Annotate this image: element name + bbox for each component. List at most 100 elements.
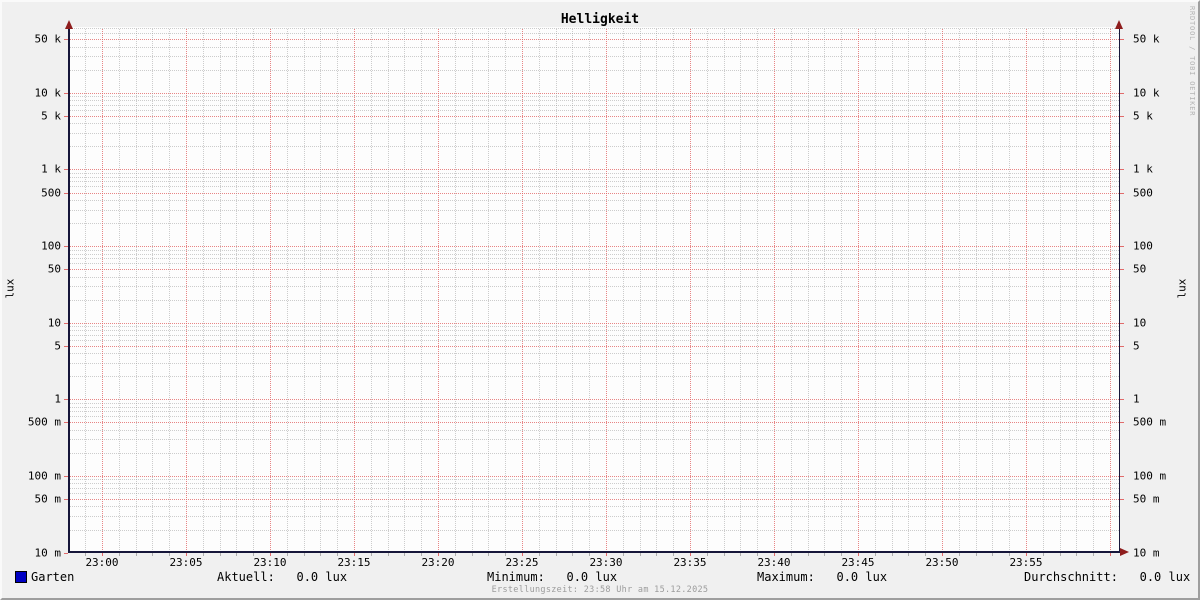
grid-line — [723, 29, 725, 552]
y-axis-left — [68, 25, 70, 552]
series-color-swatch — [15, 571, 27, 583]
y-tick-label-right: 1 — [1133, 392, 1140, 406]
y-tick-label-right: 100 — [1133, 239, 1153, 253]
grid-line — [270, 29, 271, 552]
grid-line — [958, 29, 960, 552]
x-axis-tick — [807, 552, 809, 556]
grid-line — [925, 29, 927, 552]
x-axis-tick — [135, 552, 137, 556]
x-axis-tick — [824, 552, 826, 556]
y-axis-tick — [1120, 115, 1124, 117]
y-tick-label-right: 50 m — [1133, 492, 1160, 506]
x-tick-label: 23:55 — [1009, 556, 1043, 569]
y-tick-label-left: 500 — [41, 186, 61, 199]
grid-line — [69, 33, 1119, 35]
y-tick-label-left: 50 k — [34, 32, 62, 46]
grid-line — [69, 176, 1119, 178]
y-axis-tick — [1120, 269, 1124, 271]
grid-line — [69, 56, 1119, 58]
grid-line — [841, 29, 843, 552]
x-axis-tick — [454, 552, 456, 556]
grid-line — [790, 29, 792, 552]
y-axis-tick — [1120, 322, 1124, 324]
grid-line — [320, 29, 322, 552]
y-axis-right — [1118, 25, 1120, 552]
grid-line — [69, 479, 1119, 481]
grid-line — [69, 104, 1119, 106]
grid-line — [253, 29, 255, 552]
grid-line — [69, 39, 1119, 41]
legend-row: Garten Aktuell: 0.0 lux Minimum: 0.0 lux Max… — [2, 570, 1198, 586]
grid-line — [69, 506, 1119, 508]
grid-line — [908, 29, 910, 552]
x-tick-label: 23:15 — [337, 556, 371, 569]
grid-line — [219, 29, 221, 552]
grid-line — [69, 487, 1119, 489]
grid-line — [286, 29, 288, 552]
grid-line — [69, 492, 1119, 494]
y-tick-label-left: 500 m — [27, 415, 61, 429]
y-axis-tick — [1120, 39, 1124, 41]
y-tick-label-left: 100 — [41, 239, 61, 253]
grid-line — [69, 376, 1119, 378]
creation-time-footer: Erstellungszeit: 23:58 Uhr am 15.12.2025 — [491, 585, 709, 595]
x-axis-tick — [202, 552, 204, 556]
grid-line — [975, 29, 977, 552]
grid-line — [69, 249, 1119, 251]
x-axis-tick — [303, 552, 305, 556]
x-axis-tick — [874, 552, 876, 556]
grid-line — [69, 109, 1119, 111]
grid-line — [337, 29, 339, 552]
grid-line — [303, 29, 305, 552]
x-tick-label: 23:50 — [925, 556, 959, 569]
grid-line — [69, 263, 1119, 264]
x-axis-tick — [740, 552, 742, 556]
y-axis-tick — [1120, 475, 1124, 477]
grid-line — [169, 29, 171, 552]
x-axis-tick — [656, 552, 658, 556]
legend-stat-label: Aktuell: — [217, 570, 275, 584]
x-tick-label: 23:40 — [757, 556, 791, 569]
legend-stat-label: Durchschnitt: — [1024, 570, 1118, 584]
x-axis-tick — [404, 552, 406, 556]
grid-line — [69, 186, 1119, 188]
grid-line — [69, 402, 1119, 404]
legend-stat-value: 0.0 lux — [566, 570, 618, 584]
grid-line — [236, 29, 238, 552]
legend-stat: Durchschnitt: 0.0 lux — [1024, 570, 1190, 584]
grid-line — [69, 286, 1119, 288]
grid-line — [69, 353, 1119, 355]
grid-line — [656, 29, 658, 552]
grid-line — [354, 29, 355, 552]
x-axis-tick — [555, 552, 557, 556]
grid-line — [774, 29, 775, 552]
grid-line — [421, 29, 423, 552]
x-tick-label: 23:20 — [421, 556, 455, 569]
grid-line — [69, 123, 1119, 125]
grid-line — [69, 115, 1119, 117]
grid-line — [69, 399, 1119, 401]
grid-line — [69, 516, 1119, 517]
x-axis-tick — [975, 552, 977, 556]
grid-line — [1042, 29, 1044, 552]
y-tick-label-right: 5 k — [1133, 109, 1153, 123]
legend-stat-value: 0.0 lux — [836, 570, 888, 584]
grid-line — [370, 29, 372, 552]
grid-line — [1009, 29, 1011, 552]
y-tick-label-left: 1 — [54, 392, 61, 406]
grid-line — [572, 29, 574, 552]
grid-line — [438, 29, 439, 552]
y-tick-label-left: 100 m — [27, 469, 61, 483]
y-tick-label-left: 50 m — [34, 492, 62, 506]
legend-stat-value: 0.0 lux — [1139, 570, 1191, 584]
y-axis-tick — [1120, 192, 1124, 194]
x-axis-tick — [370, 552, 372, 556]
grid-line — [69, 330, 1119, 332]
grid-line — [69, 429, 1119, 431]
grid-line — [891, 29, 893, 552]
y-tick-label-left: 10 m — [34, 546, 62, 560]
y-tick-label-right: 50 k — [1133, 32, 1160, 46]
grid-line — [69, 253, 1119, 255]
y-tick-label-left: 1 k — [41, 162, 61, 176]
grid-line — [740, 29, 742, 552]
